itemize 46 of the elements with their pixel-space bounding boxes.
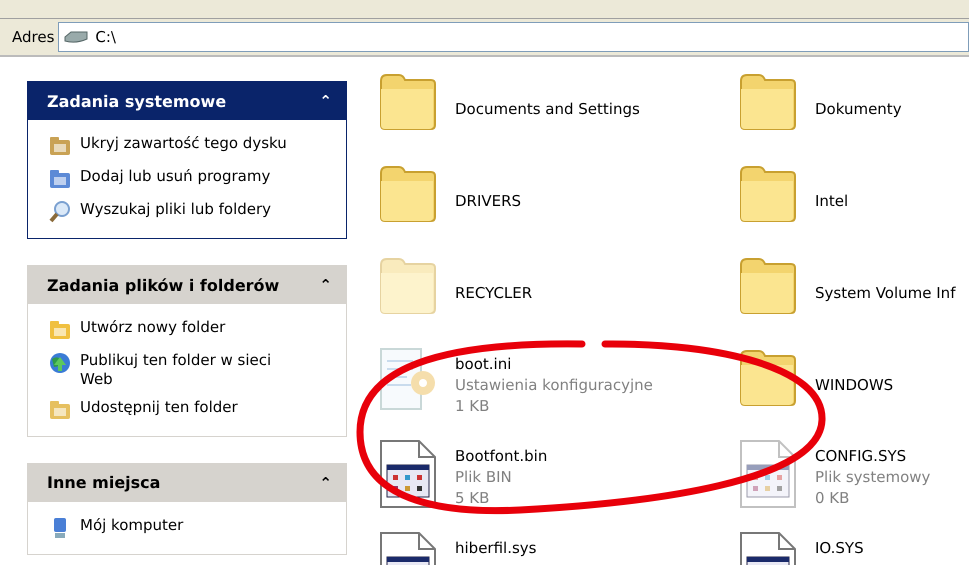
pane-title: Inne miejsca bbox=[47, 473, 160, 492]
file-name[interactable]: WINDOWS bbox=[815, 374, 894, 396]
folder-icon bbox=[737, 163, 799, 225]
file-name[interactable]: RECYCLER bbox=[455, 282, 532, 304]
task-link[interactable]: Wyszukaj pliki lub foldery bbox=[80, 200, 272, 219]
pane-title: Zadania plików i folderów bbox=[47, 276, 280, 294]
file-name[interactable]: IO.SYS bbox=[815, 537, 864, 559]
file-detail: Plik systemowy bbox=[815, 467, 930, 488]
programs-icon bbox=[48, 167, 72, 191]
file-detail: 1 KB bbox=[455, 396, 490, 417]
file-name[interactable]: DRIVERS bbox=[455, 190, 522, 212]
folder-icon bbox=[737, 255, 799, 317]
file-name[interactable]: System Volume Inf bbox=[815, 282, 956, 304]
task-link[interactable]: Mój komputer bbox=[80, 516, 184, 534]
file-name[interactable]: Bootfont.bin bbox=[455, 445, 548, 467]
address-field[interactable]: C:\ bbox=[58, 22, 969, 52]
file-detail: Plik BIN bbox=[455, 467, 513, 488]
folder-icon bbox=[377, 71, 439, 133]
file-detail: 5 KB bbox=[455, 488, 490, 509]
file-name[interactable]: Documents and Settings bbox=[455, 98, 640, 120]
document-icon bbox=[737, 439, 799, 509]
collapse-button[interactable]: ⌃ bbox=[319, 92, 332, 110]
task-link[interactable]: Utwórz nowy folder bbox=[80, 318, 226, 337]
pane-title: Zadania systemowe bbox=[47, 92, 226, 110]
search-icon bbox=[48, 200, 72, 224]
file-detail: Ustawienia konfiguracyjne bbox=[455, 375, 653, 396]
drive-icon bbox=[63, 30, 90, 44]
file-name[interactable]: Intel bbox=[815, 190, 848, 212]
task-link[interactable]: Udostępnij ten folder bbox=[80, 398, 238, 416]
file-name[interactable]: Dokumenty bbox=[815, 98, 902, 120]
folder-icon bbox=[48, 134, 72, 158]
folder-icon bbox=[737, 71, 799, 133]
file-name[interactable]: boot.ini bbox=[455, 353, 653, 375]
collapse-button[interactable]: ⌃ bbox=[319, 276, 332, 294]
address-label: Adres bbox=[12, 28, 54, 46]
globe-icon bbox=[48, 351, 72, 375]
folder-icon bbox=[377, 163, 439, 225]
file-name[interactable]: CONFIG.SYS bbox=[815, 445, 930, 467]
task-link[interactable]: Publikuj ten folder w sieci Web bbox=[80, 351, 295, 388]
file-name[interactable]: hiberfil.sys bbox=[455, 537, 536, 559]
folder-icon bbox=[377, 255, 439, 317]
task-link[interactable]: Ukryj zawartość tego dysku bbox=[80, 134, 287, 153]
folder-icon bbox=[48, 318, 72, 342]
task-link[interactable]: Dodaj lub usuń programy bbox=[80, 167, 270, 186]
file-detail: 0 KB bbox=[815, 488, 850, 509]
collapse-button[interactable]: ⌃ bbox=[319, 474, 332, 492]
